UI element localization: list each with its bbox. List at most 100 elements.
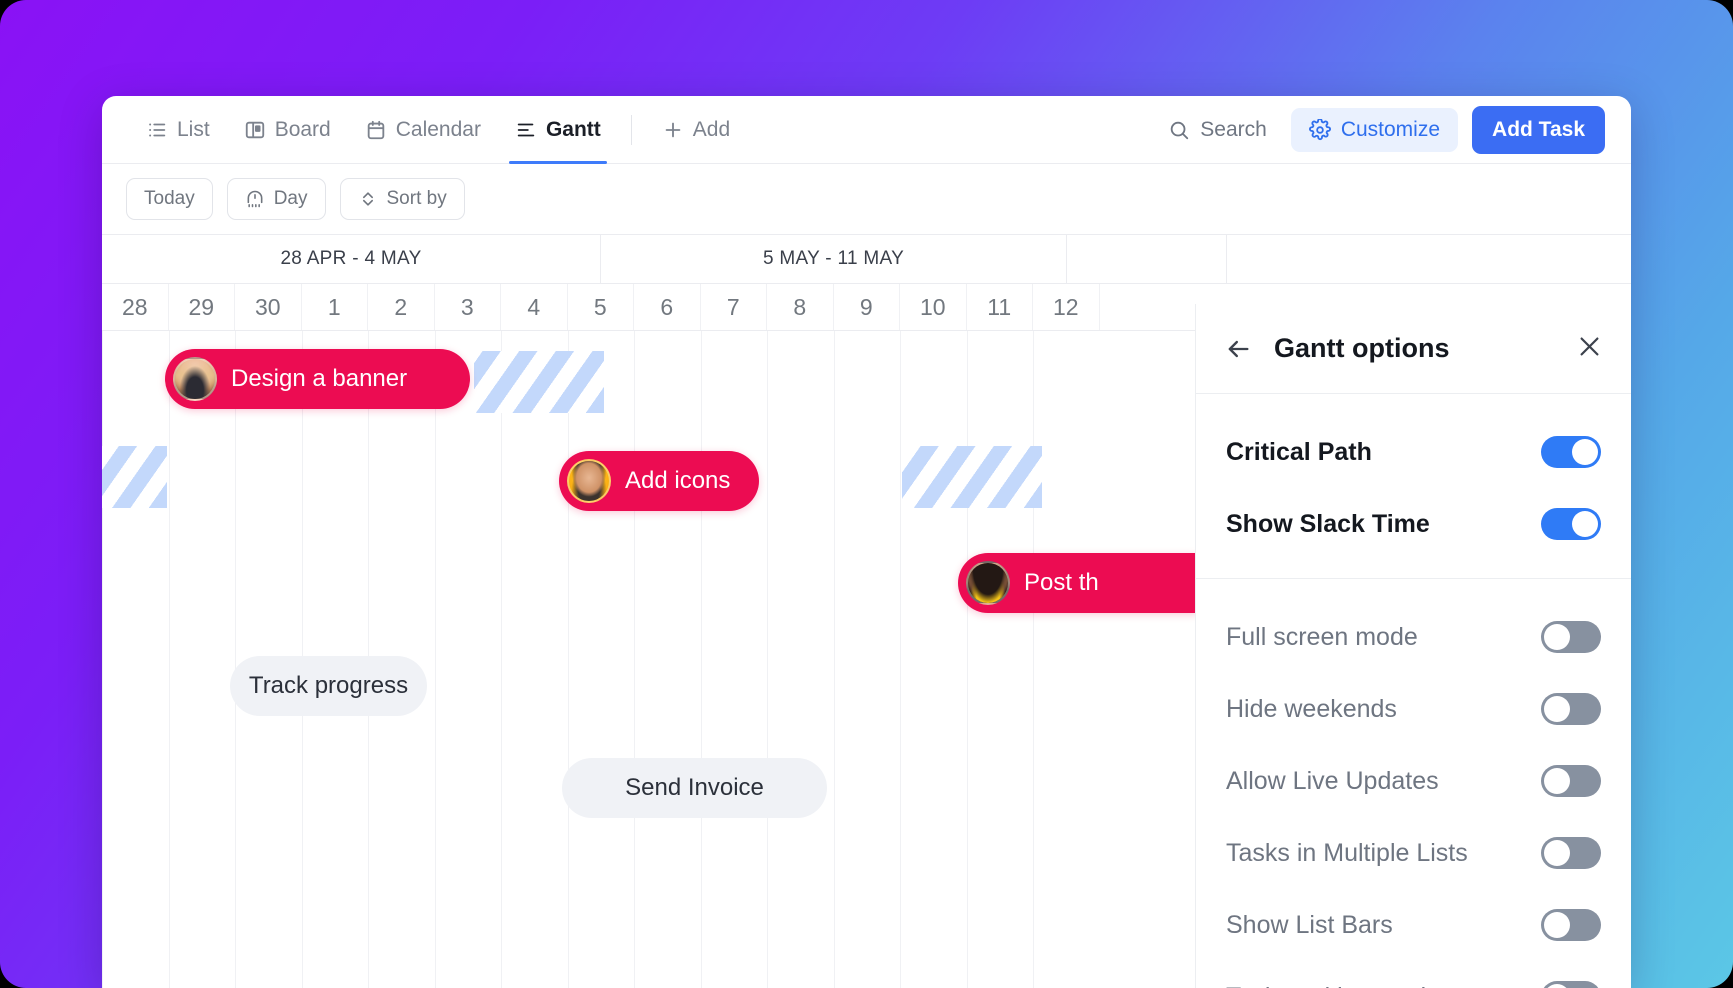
option-label: Tasks in Multiple Lists xyxy=(1226,838,1468,867)
time-scale-icon xyxy=(245,189,265,209)
option-label: Critical Path xyxy=(1226,437,1372,466)
app-window: List Board Calendar Gantt Add Search Cus… xyxy=(102,96,1631,988)
option-label: Show Slack Time xyxy=(1226,509,1430,538)
tab-gantt-label: Gantt xyxy=(545,117,601,141)
panel-secondary-options: Full screen mode Hide weekends Allow Liv… xyxy=(1196,579,1631,988)
grid-line xyxy=(168,331,170,988)
tab-list-label: List xyxy=(177,117,210,141)
option-row-show-slack-time[interactable]: Show Slack Time xyxy=(1226,488,1601,560)
view-tabs: List Board Calendar Gantt Add xyxy=(132,96,744,164)
gantt-options-panel: Gantt options Critical Path Show Slack T… xyxy=(1195,304,1631,988)
calendar-icon xyxy=(365,119,387,141)
plus-icon xyxy=(662,119,684,141)
add-view-button[interactable]: Add xyxy=(648,96,744,163)
customize-button[interactable]: Customize xyxy=(1290,107,1459,152)
panel-title: Gantt options xyxy=(1274,333,1450,363)
task-label: Add icons xyxy=(625,467,731,494)
task-label: Send Invoice xyxy=(625,774,764,801)
option-label: Task position on drag xyxy=(1226,983,1462,988)
toolbar-divider xyxy=(630,114,632,145)
grid-line xyxy=(235,331,236,988)
zoom-level-button[interactable]: Day xyxy=(226,178,326,220)
day-header-cell: 6 xyxy=(634,284,701,330)
grid-line xyxy=(634,331,635,988)
day-header-cell: 4 xyxy=(501,284,568,330)
gantt-week-header: 28 APR - 4 MAY 5 MAY - 11 MAY xyxy=(102,235,1631,284)
grid-line xyxy=(434,331,436,988)
panel-primary-options: Critical Path Show Slack Time xyxy=(1196,394,1631,579)
grid-line xyxy=(833,331,835,988)
board-icon xyxy=(244,119,266,141)
slack-time-bar xyxy=(474,351,604,413)
sort-by-label: Sort by xyxy=(386,188,447,209)
grid-line xyxy=(767,331,768,988)
task-bar[interactable]: Add icons xyxy=(559,451,759,511)
gantt-icon xyxy=(515,119,537,141)
search-icon xyxy=(1168,119,1190,141)
desktop-background: List Board Calendar Gantt Add Search Cus… xyxy=(0,0,1733,988)
list-icon xyxy=(146,119,168,141)
day-header-cell: 7 xyxy=(701,284,767,330)
customize-label: Customize xyxy=(1340,117,1441,141)
gantt-chart: 28 APR - 4 MAY 5 MAY - 11 MAY 28 29 30 1 2 3 4… xyxy=(102,234,1631,988)
task-bar[interactable]: Send Invoice xyxy=(562,758,827,818)
day-header-cell: 29 xyxy=(169,284,235,330)
toggle-full-screen-mode[interactable] xyxy=(1541,621,1601,653)
grid-line xyxy=(966,331,968,988)
option-row-hide-weekends[interactable]: Hide weekends xyxy=(1226,673,1601,745)
week-cell: 28 APR - 4 MAY xyxy=(102,235,601,283)
today-button[interactable]: Today xyxy=(126,178,213,220)
close-icon[interactable] xyxy=(1576,333,1603,365)
search-button[interactable]: Search xyxy=(1158,112,1277,148)
option-label: Allow Live Updates xyxy=(1226,766,1439,795)
week-cell: 5 MAY - 11 MAY xyxy=(601,235,1067,283)
toggle-show-list-bars[interactable] xyxy=(1541,909,1601,941)
toggle-hide-weekends[interactable] xyxy=(1541,693,1601,725)
day-header-cell: 10 xyxy=(900,284,967,330)
grid-line xyxy=(501,331,502,988)
gear-icon xyxy=(1308,118,1331,141)
toggle-task-position-on-drag[interactable] xyxy=(1541,981,1601,988)
toggle-show-slack-time[interactable] xyxy=(1541,508,1601,540)
week-cell xyxy=(1067,235,1227,283)
avatar xyxy=(567,459,611,503)
day-header-cell: 3 xyxy=(435,284,501,330)
task-bar[interactable]: Design a banner xyxy=(165,349,470,409)
task-bar[interactable]: Post th xyxy=(958,553,1198,613)
view-bar-actions: Search Customize Add Task xyxy=(1158,105,1605,154)
arrow-left-icon[interactable] xyxy=(1224,335,1252,363)
toggle-tasks-in-multiple-lists[interactable] xyxy=(1541,837,1601,869)
tab-calendar[interactable]: Calendar xyxy=(351,96,495,163)
day-header-cell: 1 xyxy=(302,284,368,330)
task-bar[interactable]: Track progress xyxy=(230,656,427,716)
task-label: Track progress xyxy=(248,672,409,699)
tab-gantt[interactable]: Gantt xyxy=(501,96,615,164)
toggle-critical-path[interactable] xyxy=(1541,436,1601,468)
slack-time-bar xyxy=(102,446,167,508)
option-row-tasks-in-multiple-lists[interactable]: Tasks in Multiple Lists xyxy=(1226,817,1601,889)
grid-line xyxy=(102,331,103,988)
slack-time-bar xyxy=(902,446,1042,508)
day-header-cell: 9 xyxy=(834,284,900,330)
option-row-allow-live-updates[interactable]: Allow Live Updates xyxy=(1226,745,1601,817)
tab-list[interactable]: List xyxy=(132,96,224,163)
option-label: Hide weekends xyxy=(1226,694,1397,723)
grid-line xyxy=(1033,331,1034,988)
add-view-label: Add xyxy=(692,117,731,141)
sort-by-button[interactable]: Sort by xyxy=(339,178,465,220)
grid-line xyxy=(700,331,702,988)
day-header-cell: 12 xyxy=(1033,284,1100,330)
gantt-toolbar: Today Day Sort by xyxy=(102,164,1631,234)
search-label: Search xyxy=(1200,117,1267,141)
tab-board[interactable]: Board xyxy=(230,96,345,163)
option-row-critical-path[interactable]: Critical Path xyxy=(1226,416,1601,488)
view-bar: List Board Calendar Gantt Add Search Cus… xyxy=(102,96,1631,164)
toggle-allow-live-updates[interactable] xyxy=(1541,765,1601,797)
option-row-show-list-bars[interactable]: Show List Bars xyxy=(1226,889,1601,961)
option-row-task-position-on-drag[interactable]: Task position on drag xyxy=(1226,961,1601,988)
task-label: Design a banner xyxy=(231,365,408,392)
add-task-button[interactable]: Add Task xyxy=(1472,105,1605,154)
tab-board-label: Board xyxy=(274,117,331,141)
day-header-cell: 30 xyxy=(235,284,302,330)
option-row-full-screen-mode[interactable]: Full screen mode xyxy=(1226,601,1601,673)
